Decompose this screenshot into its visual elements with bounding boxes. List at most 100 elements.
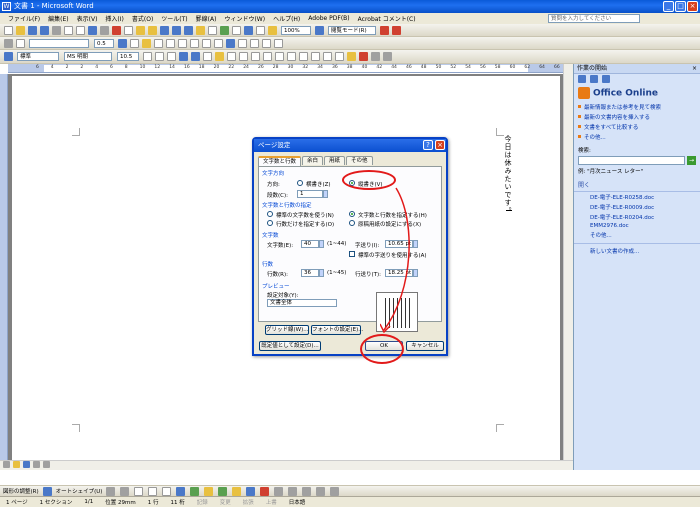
home-icon[interactable] [602, 75, 610, 83]
task-pane-close-icon[interactable]: × [692, 64, 697, 74]
document-vertical-text[interactable]: 今日は休みたいです。 [503, 135, 513, 215]
split-cells-icon[interactable] [178, 38, 187, 48]
menu-view[interactable]: 表示(V) [73, 14, 102, 23]
menu-insert[interactable]: 挿入(I) [101, 14, 127, 23]
outside-border-icon[interactable] [335, 52, 344, 61]
default-pitch-checkbox[interactable] [349, 251, 355, 257]
justify-icon[interactable] [251, 52, 260, 61]
merge-cells-icon[interactable] [166, 38, 175, 48]
columns-icon[interactable] [232, 25, 241, 35]
lines-field[interactable]: 36 [301, 269, 319, 277]
status-language[interactable]: 日本語 [283, 498, 312, 506]
read-mode-button[interactable]: 閲覧モード(R) [328, 25, 376, 35]
insert-table-icon[interactable] [208, 25, 217, 35]
status-extend[interactable]: 拡張 [237, 498, 260, 506]
chars-field[interactable]: 40 [301, 240, 319, 248]
paste-icon[interactable] [136, 25, 145, 35]
sort-ascending-icon[interactable] [250, 38, 259, 48]
back-icon[interactable] [578, 75, 586, 83]
menu-window[interactable]: ウィンドウ(W) [220, 14, 269, 23]
save-icon[interactable] [28, 25, 37, 35]
enclose-characters-icon[interactable] [383, 52, 392, 61]
tables-borders-icon[interactable] [196, 25, 205, 35]
bold-icon[interactable] [143, 52, 152, 61]
status-overwrite[interactable]: 上書 [260, 498, 283, 506]
font-color-icon-2[interactable] [260, 486, 270, 496]
new-icon[interactable] [4, 25, 13, 35]
print-preview-icon[interactable] [76, 25, 85, 35]
line-style-select[interactable] [29, 38, 89, 48]
redo-icon[interactable] [172, 25, 181, 35]
autoshapes-menu[interactable]: オートシェイプ(U) [56, 487, 103, 495]
line-spacing-icon[interactable] [275, 52, 284, 61]
shadow-icon[interactable] [316, 486, 326, 496]
show-hide-icon[interactable] [268, 25, 277, 35]
select-objects-icon[interactable] [42, 486, 52, 496]
taskpane-link[interactable]: 最新情報または参考を見て検索 [574, 102, 700, 112]
font-select[interactable]: MS 明朝 [64, 52, 112, 61]
draw-table-icon[interactable] [4, 38, 13, 48]
drawing-icon[interactable] [244, 25, 253, 35]
tab-margins[interactable]: 余白 [302, 156, 324, 165]
text-direction-icon[interactable] [238, 38, 247, 48]
office-online-logo[interactable]: Office Online [574, 84, 700, 102]
dialog-help-button[interactable]: ? [423, 140, 433, 150]
taskpane-search-input[interactable] [578, 156, 685, 165]
line-color-icon[interactable] [246, 486, 256, 496]
pdf-email-icon[interactable] [392, 25, 401, 35]
recent-file[interactable]: DE-電子-ELE-R0204.doc [574, 212, 700, 222]
draw-menu[interactable]: 図形の調整(R) [3, 487, 39, 495]
style-select[interactable]: 標準 [17, 52, 59, 61]
numbering-icon[interactable] [287, 52, 296, 61]
maximize-button[interactable]: □ [675, 1, 686, 12]
chars-spinner[interactable] [319, 240, 324, 248]
close-button[interactable]: × [687, 1, 698, 12]
grid-opt3-radio[interactable] [267, 220, 273, 226]
dialog-close-button[interactable]: × [435, 140, 445, 150]
insert-excel-icon[interactable] [220, 25, 229, 35]
tab-other[interactable]: その他 [346, 156, 373, 165]
menu-file[interactable]: ファイル(F) [4, 14, 44, 23]
clipart-icon[interactable] [204, 486, 214, 496]
wordart-icon[interactable] [176, 486, 186, 496]
vertical-ruler[interactable] [0, 74, 8, 460]
web-view-icon[interactable] [13, 461, 20, 468]
tab-chars-lines[interactable]: 文字数と行数 [258, 156, 302, 166]
menu-acrobat-comment[interactable]: Acrobat コメント(C) [354, 14, 420, 23]
recent-file[interactable]: EMM2976.doc [574, 222, 700, 230]
align-center-icon[interactable] [227, 52, 236, 61]
dash-style-icon[interactable] [288, 486, 298, 496]
new-document-link[interactable]: 新しい文書の作成... [574, 243, 700, 256]
open-more-link[interactable]: その他... [574, 230, 700, 240]
distribute-rows-icon[interactable] [202, 38, 211, 48]
research-icon[interactable] [100, 25, 109, 35]
menu-table[interactable]: 罫線(A) [192, 14, 221, 23]
columns-spinner[interactable] [323, 190, 328, 198]
horizontal-radio[interactable] [297, 180, 303, 186]
grid-opt4-radio[interactable] [349, 220, 355, 226]
print-layout-icon[interactable] [23, 461, 30, 468]
sort-descending-icon[interactable] [262, 38, 271, 48]
document-map-icon[interactable] [256, 25, 265, 35]
undo-icon[interactable] [160, 25, 169, 35]
print-icon[interactable] [64, 25, 73, 35]
menu-adobe-pdf[interactable]: Adobe PDF(B) [304, 15, 353, 22]
autosum-icon[interactable] [274, 38, 283, 48]
search-go-icon[interactable]: → [687, 156, 696, 165]
spelling-icon[interactable] [88, 25, 97, 35]
cancel-button[interactable]: キャンセル [406, 341, 444, 351]
status-track[interactable]: 変更 [214, 498, 237, 506]
grid-opt2-radio[interactable] [349, 211, 355, 217]
char-shading-icon[interactable] [191, 52, 200, 61]
rectangle-icon[interactable] [134, 486, 144, 496]
increase-indent-icon[interactable] [323, 52, 332, 61]
status-record[interactable]: 記録 [191, 498, 214, 506]
textbox-icon[interactable] [162, 486, 172, 496]
align-icon[interactable] [190, 38, 199, 48]
char-border-icon[interactable] [179, 52, 188, 61]
oval-icon[interactable] [148, 486, 158, 496]
line-icon[interactable] [106, 486, 116, 496]
normal-view-icon[interactable] [3, 461, 10, 468]
menu-help[interactable]: ヘルプ(H) [269, 14, 304, 23]
help-icon[interactable] [315, 25, 324, 35]
